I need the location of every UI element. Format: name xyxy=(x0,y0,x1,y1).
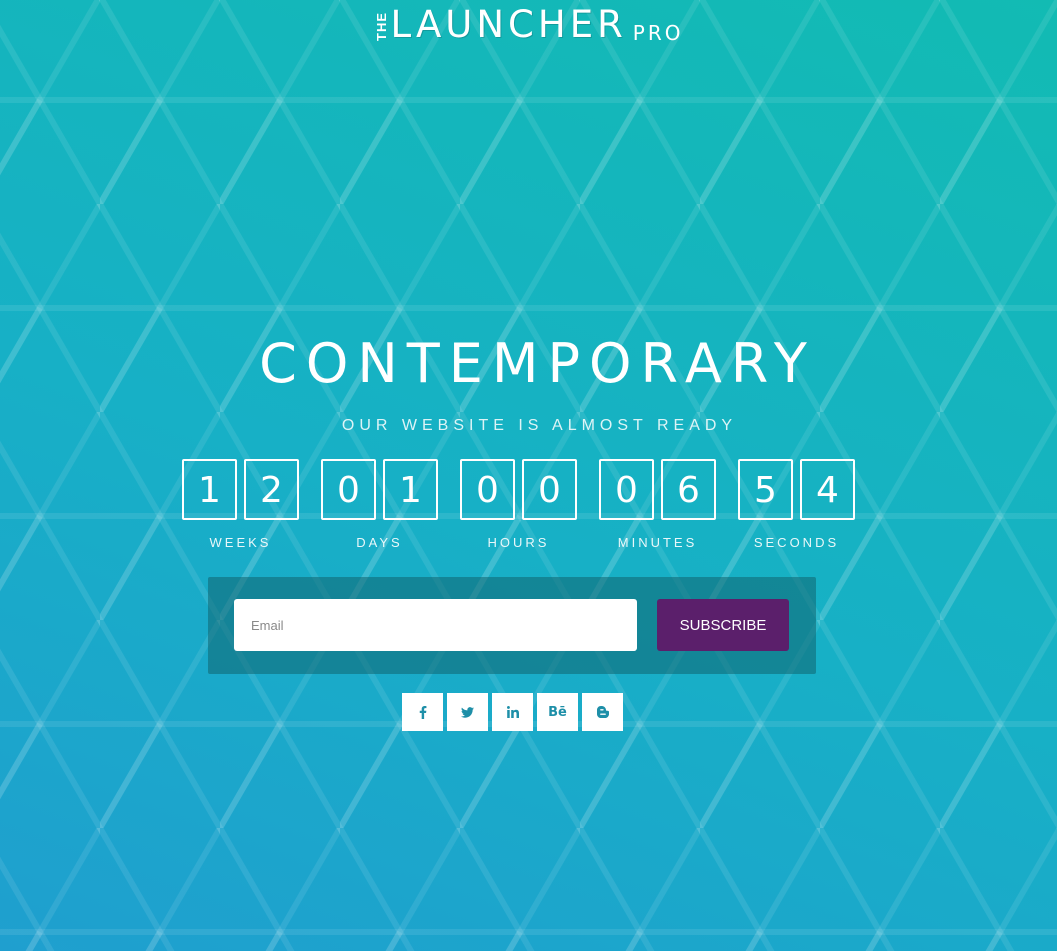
email-field[interactable] xyxy=(234,599,637,651)
countdown-digit: 1 xyxy=(182,459,237,520)
countdown-digit: 0 xyxy=(522,459,577,520)
countdown-minutes: 0 6 MINUTES xyxy=(599,459,716,550)
page-headline: CONTEMPORARY xyxy=(259,332,816,395)
facebook-icon xyxy=(419,705,427,719)
blogger-button[interactable] xyxy=(582,693,623,731)
countdown-label-hours: HOURS xyxy=(487,535,550,550)
countdown-digit: 5 xyxy=(738,459,793,520)
facebook-button[interactable] xyxy=(402,693,443,731)
logo-suffix-text: PRO xyxy=(632,21,684,45)
subscribe-button[interactable]: SUBSCRIBE xyxy=(657,599,789,651)
twitter-icon xyxy=(461,706,474,718)
page-tagline: OUR WEBSITE IS ALMOST READY xyxy=(341,417,738,434)
countdown-label-seconds: SECONDS xyxy=(753,535,840,550)
countdown-hours: 0 0 HOURS xyxy=(460,459,577,550)
behance-button[interactable]: Bē xyxy=(537,693,578,731)
countdown-weeks: 1 2 WEEKS xyxy=(182,459,299,550)
twitter-button[interactable] xyxy=(447,693,488,731)
countdown-digit: 6 xyxy=(661,459,716,520)
countdown-seconds: 5 4 SECONDS xyxy=(738,459,855,550)
countdown-digit: 4 xyxy=(800,459,855,520)
countdown-label-minutes: MINUTES xyxy=(617,535,698,550)
social-links: Bē xyxy=(402,693,623,731)
countdown-days: 0 1 DAYS xyxy=(321,459,438,550)
logo-the-text: THE xyxy=(373,12,389,41)
countdown-label-days: DAYS xyxy=(356,535,403,550)
linkedin-button[interactable] xyxy=(492,693,533,731)
brand-logo[interactable]: THE LAUNCHER PRO xyxy=(0,6,1057,43)
countdown-digit: 0 xyxy=(460,459,515,520)
countdown-digit: 0 xyxy=(321,459,376,520)
countdown-label-weeks: WEEKS xyxy=(209,535,272,550)
blogger-icon xyxy=(596,706,609,718)
linkedin-icon xyxy=(506,706,519,718)
countdown-digit: 0 xyxy=(599,459,654,520)
countdown-digit: 1 xyxy=(383,459,438,520)
behance-icon: Bē xyxy=(548,704,567,720)
logo-name-text: LAUNCHER xyxy=(390,3,627,46)
subscribe-form: SUBSCRIBE xyxy=(208,577,816,674)
countdown-timer: 1 2 WEEKS 0 1 DAYS 0 0 HOURS 0 6 MINUTES… xyxy=(182,459,855,550)
countdown-digit: 2 xyxy=(244,459,299,520)
